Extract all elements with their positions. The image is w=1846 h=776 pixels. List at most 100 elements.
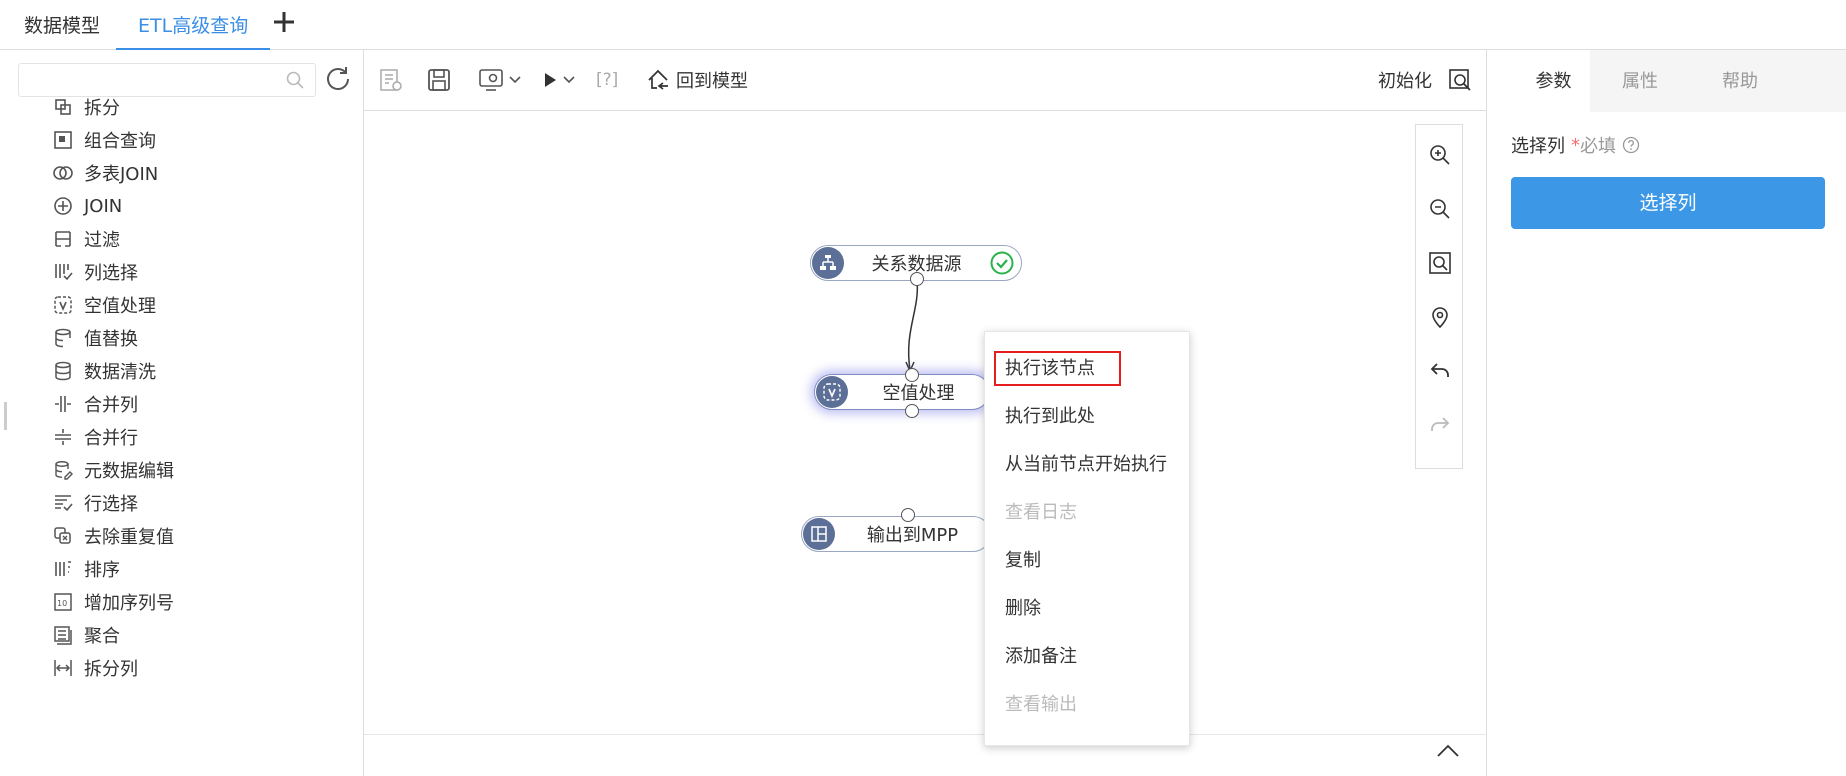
canvas-bottom-bar [364,734,1486,776]
tree-item-label: 排序 [84,560,120,581]
node-label: 输出到MPP [866,525,959,546]
tree-item[interactable]: 拆分列 [52,651,138,685]
init-button[interactable]: 初始化 [1378,64,1432,96]
tab-data-model[interactable]: 数据模型 [2,0,122,50]
tree-item-label: 去除重复值 [84,527,174,548]
datasource-icon [812,247,844,279]
run-dropdown-button[interactable] [540,64,576,96]
refresh-icon[interactable] [324,64,352,92]
tree-item-label: 行选择 [84,494,138,515]
tree-item-label: 拆分列 [84,659,138,680]
tree-item[interactable]: 拆分 [52,90,120,124]
tree-item[interactable]: 多表JOIN [52,156,158,190]
node-label: 空值处理 [882,383,955,404]
save-button[interactable] [426,64,452,96]
tree-item[interactable]: JOIN [52,189,122,223]
back-to-model-label: 回到模型 [676,71,748,92]
add-tab-button[interactable] [272,8,296,42]
add-sequence-icon: 10 [52,591,74,613]
menu-item-run-from-here[interactable]: 从当前节点开始执行 [1005,450,1167,480]
tree-item-label: 空值处理 [84,296,156,317]
multi-join-icon [52,162,74,184]
tree-item[interactable]: 过滤 [52,222,120,256]
dedupe-icon [52,525,74,547]
tree-item[interactable]: 聚合 [52,618,120,652]
required-text: 必填 [1580,136,1616,157]
tree-item[interactable]: 列选择 [52,255,138,289]
select-column-button[interactable]: 选择列 [1511,177,1825,229]
search-input[interactable] [25,68,275,92]
tree-item-label: 多表JOIN [84,164,159,185]
search-icon [286,71,304,89]
flow-node-output-mpp[interactable]: 输出到MPP [801,516,991,552]
tree-item-label: 过滤 [84,230,120,251]
top-tab-bar: 数据模型 ETL高级查询 [0,0,1846,50]
tree-item-label: 组合查询 [84,131,156,152]
menu-item-copy[interactable]: 复制 [1005,546,1041,576]
node-context-menu: 执行该节点 执行到此处 从当前节点开始执行 查看日志 复制 删除 添加备注 查看… [984,331,1190,746]
tab-params[interactable]: 参数 [1487,50,1590,112]
tree-item-label: 聚合 [84,626,120,647]
flow-canvas[interactable] [364,111,1486,734]
tab-etl-advanced-query[interactable]: ETL高级查询 [116,0,271,50]
combine-query-icon [52,129,74,151]
back-to-model-button[interactable]: 回到模型 [646,64,748,96]
menu-item-add-note[interactable]: 添加备注 [1005,642,1077,672]
tree-item[interactable]: 排序 [52,552,120,586]
menu-item-view-output[interactable]: 查看输出 [1005,690,1077,720]
chevron-up-icon[interactable] [1436,743,1460,759]
menu-item-delete[interactable]: 删除 [1005,594,1041,624]
input-port[interactable] [905,368,919,382]
value-replace-icon [52,327,74,349]
node-library-panel: 拆分 组合查询 多表JOIN JOIN 过滤 列选择 空值处理 值替换 数据清洗… [0,50,364,776]
tree-item-label: 列选择 [84,263,138,284]
panel-resize-handle[interactable] [4,402,7,430]
script-button[interactable] [378,64,404,96]
zoom-in-icon[interactable] [1428,143,1452,167]
sort-icon [52,558,74,580]
help-icon[interactable] [1622,136,1640,154]
tree-item[interactable]: 10 增加序列号 [52,585,174,619]
tree-item[interactable]: 空值处理 [52,288,156,322]
tree-item-label: 数据清洗 [84,362,156,383]
tree-item[interactable]: 值替换 [52,321,138,355]
tree-item[interactable]: 数据清洗 [52,354,156,388]
play-icon [545,73,556,87]
tree-item-label: 合并行 [84,428,138,449]
settings-icon [479,69,503,91]
tree-item-label: JOIN [84,195,123,217]
chevron-down-icon [509,76,521,84]
redo-icon[interactable] [1428,413,1452,437]
tree-item-label: 拆分 [84,98,120,119]
help-bracket-button[interactable]: [?] [596,64,618,96]
script-icon [380,69,402,91]
plus-icon [274,12,294,32]
tab-help[interactable]: 帮助 [1690,50,1790,112]
tree-item[interactable]: 去除重复值 [52,519,174,553]
preview-button[interactable] [1447,64,1473,96]
tree-item[interactable]: 行选择 [52,486,138,520]
settings-dropdown-button[interactable] [478,64,522,96]
output-port[interactable] [910,272,924,286]
tab-attributes[interactable]: 属性 [1590,50,1690,112]
tree-item[interactable]: 合并行 [52,420,138,454]
field-label: 选择列 [1511,136,1565,157]
tree-item[interactable]: 合并列 [52,387,138,421]
null-handle-icon [52,294,74,316]
home-back-icon [648,69,668,90]
menu-item-run-node[interactable]: 执行该节点 [1005,354,1095,384]
menu-item-run-to-here[interactable]: 执行到此处 [1005,402,1095,432]
flow-node-null-handle[interactable]: 空值处理 [814,374,990,410]
input-port[interactable] [901,508,915,522]
tree-item[interactable]: 组合查询 [52,123,156,157]
undo-icon[interactable] [1428,359,1452,383]
output-port[interactable] [905,404,919,418]
split-column-icon [52,657,74,679]
aggregate-icon [52,624,74,646]
merge-row-icon [52,426,74,448]
locate-pin-icon[interactable] [1428,305,1452,329]
zoom-out-icon[interactable] [1428,197,1452,221]
tree-item[interactable]: 元数据编辑 [52,453,174,487]
fit-view-icon[interactable] [1428,251,1452,275]
menu-item-view-log[interactable]: 查看日志 [1005,498,1077,528]
